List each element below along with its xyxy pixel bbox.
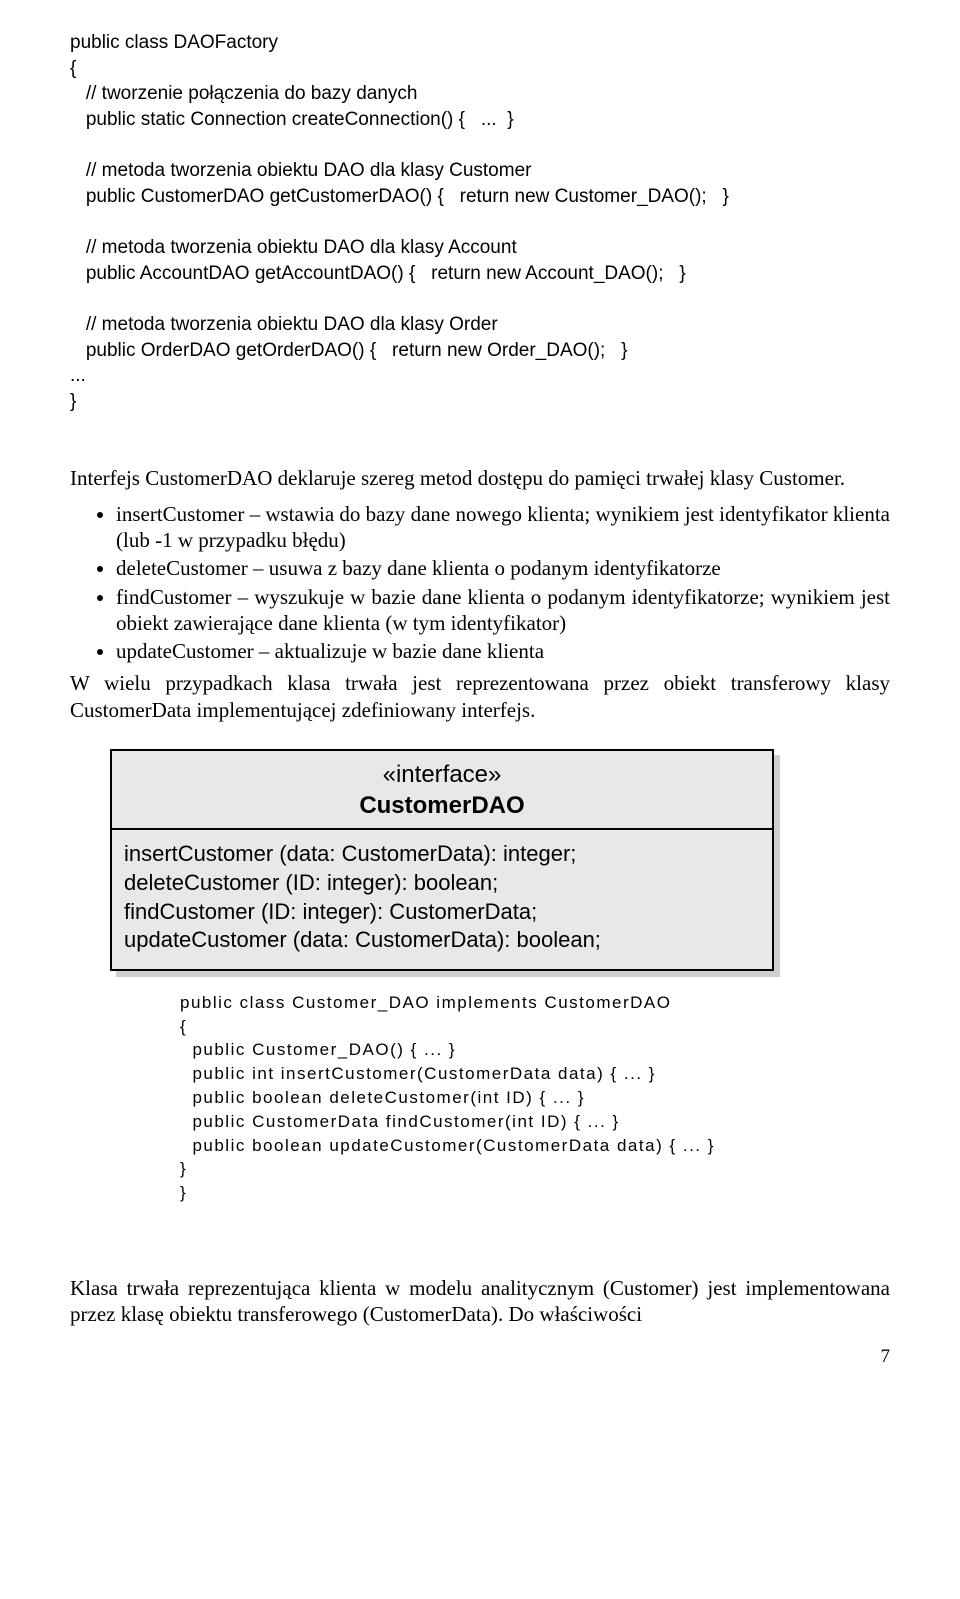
uml-operation: insertCustomer (data: CustomerData): int… [124,840,760,869]
code-line: // tworzenie połączenia do bazy danych [70,83,417,104]
code-line: public AccountDAO getAccountDAO() { retu… [70,263,686,284]
code-line: { [180,1017,187,1036]
code-line: } [180,1159,187,1178]
code-line: // metoda tworzenia obiektu DAO dla klas… [70,160,531,181]
code-line: public class Customer_DAO implements Cus… [180,993,671,1012]
uml-operation: updateCustomer (data: CustomerData): boo… [124,926,760,955]
list-item: findCustomer – wyszukuje w bazie dane kl… [116,584,890,637]
code-line: public OrderDAO getOrderDAO() { return n… [70,340,628,361]
code-line: public boolean updateCustomer(CustomerDa… [180,1136,715,1155]
code-line: { [70,58,76,79]
code-line: } [70,391,76,412]
code-line: ... [70,365,86,386]
list-item: deleteCustomer – usuwa z bazy dane klien… [116,555,890,581]
document-page: public class DAOFactory { // tworzenie p… [0,0,960,1398]
code-line: public CustomerData findCustomer(int ID)… [180,1112,620,1131]
page-number: 7 [70,1346,890,1368]
uml-interface-name: CustomerDAO [120,792,764,821]
code-line: public boolean deleteCustomer(int ID) { … [180,1088,585,1107]
uml-operation: findCustomer (ID: integer): CustomerData… [124,898,760,927]
list-item: updateCustomer – aktualizuje w bazie dan… [116,638,890,664]
code-line: public int insertCustomer(CustomerData d… [180,1064,656,1083]
code-line: // metoda tworzenia obiektu DAO dla klas… [70,237,517,258]
uml-operations: insertCustomer (data: CustomerData): int… [112,830,772,968]
method-list: insertCustomer – wstawia do bazy dane no… [70,501,890,665]
closing-paragraph: Klasa trwała reprezentująca klienta w mo… [70,1275,890,1328]
after-list-paragraph: W wielu przypadkach klasa trwała jest re… [70,670,890,723]
code-line: public CustomerDAO getCustomerDAO() { re… [70,186,729,207]
uml-header: «interface» CustomerDAO [112,751,772,831]
code-line: public class DAOFactory [70,32,278,53]
uml-operation: deleteCustomer (ID: integer): boolean; [124,869,760,898]
code-line: } [180,1183,187,1202]
code-line: // metoda tworzenia obiektu DAO dla klas… [70,314,498,335]
code-line: public Customer_DAO() { ... } [180,1040,456,1059]
intro-paragraph: Interfejs CustomerDAO deklaruje szereg m… [70,465,890,491]
uml-diagram-wrap: «interface» CustomerDAO insertCustomer (… [110,749,890,971]
uml-interface-box: «interface» CustomerDAO insertCustomer (… [110,749,774,971]
list-item: insertCustomer – wstawia do bazy dane no… [116,501,890,554]
code-line: public static Connection createConnectio… [70,109,514,130]
code-block-daofactory: public class DAOFactory { // tworzenie p… [70,30,890,415]
code-block-customer-dao-impl: public class Customer_DAO implements Cus… [180,991,890,1205]
uml-stereotype: «interface» [120,761,764,790]
